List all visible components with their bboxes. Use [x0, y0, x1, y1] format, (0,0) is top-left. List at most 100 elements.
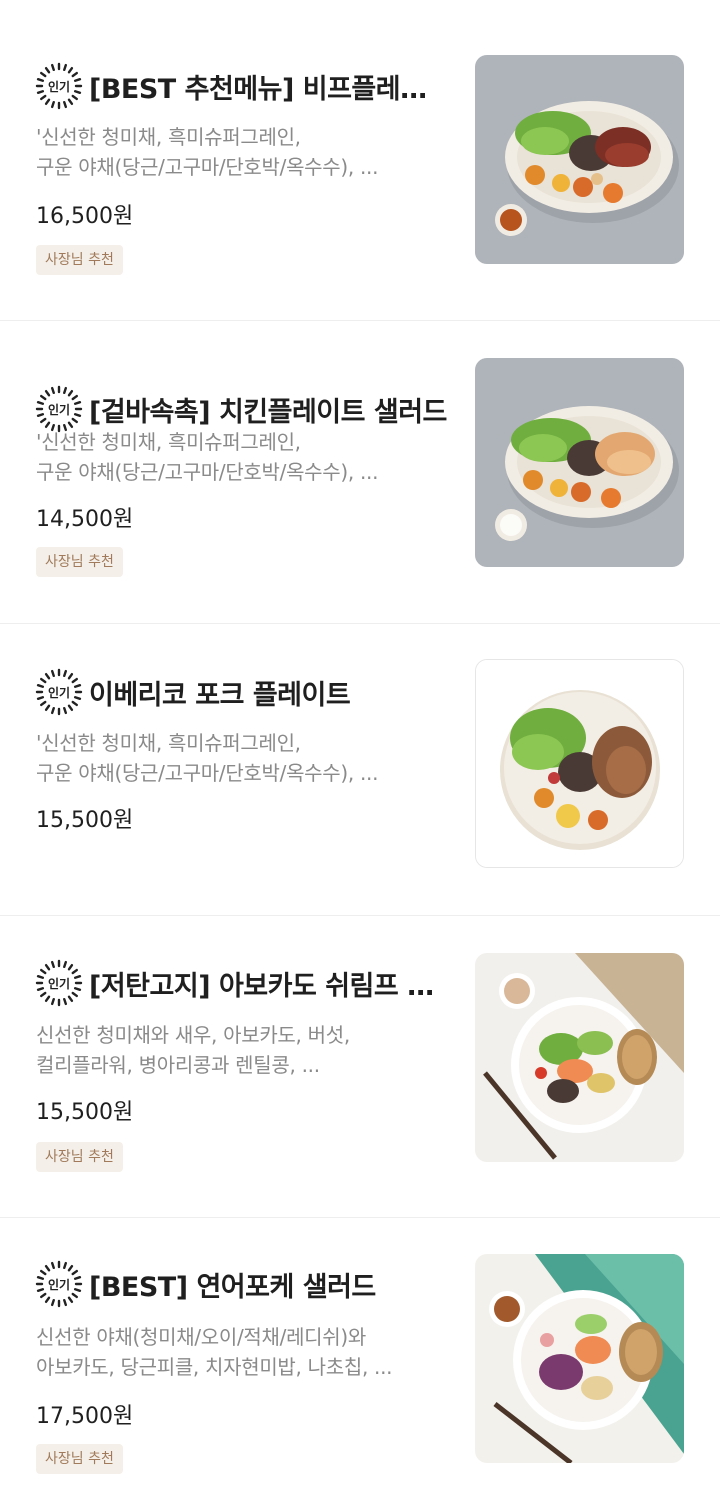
badge-ray: [39, 94, 47, 101]
badge-ray: [67, 98, 74, 105]
badge-label: 인기: [48, 685, 70, 700]
badge-ray: [36, 696, 45, 700]
badge-ray: [51, 669, 55, 678]
badge-ray: [44, 98, 51, 105]
badge-ray: [73, 401, 82, 405]
avocado-shrimp-bowl-photo[interactable]: [475, 953, 684, 1162]
badge-ray: [71, 991, 78, 998]
item-description-line: 컬리플라워, 병아리콩과 렌틸콩, ...: [36, 1053, 320, 1077]
item-description: 신선한 야채(청미채/오이/적채/레디쉬)와 아보카도, 당근피클, 치자현미밥…: [36, 1322, 446, 1382]
badge-ray: [73, 975, 82, 979]
item-price: 14,500원: [36, 507, 134, 532]
item-title: [BEST] 연어포케 샐러드: [89, 1271, 376, 1303]
badge-ray: [63, 386, 67, 395]
owner-recommend-tag: 사장님 추천: [36, 547, 123, 577]
badge-ray: [36, 684, 45, 688]
badge-ray: [36, 1276, 45, 1280]
badge-ray: [67, 995, 74, 1002]
item-description-line: 신선한 야채(청미채/오이/적채/레디쉬)와: [36, 1325, 366, 1349]
badge-ray: [63, 1261, 67, 1270]
chicken-plate-photo[interactable]: [475, 358, 684, 567]
badge-label: 인기: [48, 1277, 70, 1292]
item-title: 이베리코 포크 플레이트: [89, 679, 351, 711]
pork-plate-photo[interactable]: [475, 659, 684, 868]
beef-plate-photo[interactable]: [475, 55, 684, 264]
chicken-plate-image: [475, 358, 684, 567]
badge-ray: [39, 677, 47, 684]
badge-ray: [67, 672, 74, 680]
menu-list: 인기 [BEST 추천메뉴] 비프플레이트 샐러드 '신선한 청미채, 흑미슈퍼…: [0, 0, 720, 1488]
item-title: [BEST 추천메뉴] 비프플레이트 샐러드: [89, 73, 450, 105]
badge-ray: [51, 960, 55, 969]
badge-ray: [63, 669, 67, 678]
popular-badge-icon: 인기: [35, 385, 83, 433]
item-description: '신선한 청미채, 흑미슈퍼그레인, 구운 야채(당근/고구마/단호박/옥수수)…: [36, 427, 446, 487]
badge-ray: [67, 704, 74, 711]
menu-item[interactable]: 인기 이베리코 포크 플레이트 '신선한 청미채, 흑미슈퍼그레인, 구운 야채…: [0, 624, 720, 916]
badge-ray: [63, 997, 67, 1006]
popular-badge-graphic: 인기: [35, 385, 83, 433]
popular-badge-graphic: 인기: [35, 62, 83, 110]
badge-ray: [71, 394, 78, 401]
item-description-line: 아보카도, 당근피클, 치자현미밥, 나초칩, ...: [36, 1355, 393, 1379]
pork-plate-image: [476, 660, 683, 867]
owner-recommend-tag: 사장님 추천: [36, 1444, 123, 1474]
menu-item[interactable]: 인기 [BEST 추천메뉴] 비프플레이트 샐러드 '신선한 청미채, 흑미슈퍼…: [0, 0, 720, 321]
badge-ray: [63, 1298, 67, 1307]
badge-ray: [44, 995, 51, 1002]
owner-recommend-tag: 사장님 추천: [36, 245, 123, 275]
badge-ray: [44, 672, 51, 680]
menu-item[interactable]: 인기 [겉바속촉] 치킨플레이트 샐러드 '신선한 청미채, 흑미슈퍼그레인, …: [0, 321, 720, 624]
item-description: '신선한 청미채, 흑미슈퍼그레인, 구운 야채(당근/고구마/단호박/옥수수)…: [36, 728, 446, 788]
badge-ray: [63, 960, 67, 969]
item-description: '신선한 청미채, 흑미슈퍼그레인, 구운 야채(당근/고구마/단호박/옥수수)…: [36, 122, 446, 182]
badge-ray: [36, 975, 45, 979]
badge-ray: [44, 963, 51, 971]
badge-ray: [73, 684, 82, 688]
badge-ray: [44, 1296, 51, 1303]
badge-ray: [63, 63, 67, 72]
item-description-line: 구운 야채(당근/고구마/단호박/옥수수), ...: [36, 155, 379, 179]
badge-ray: [36, 90, 45, 94]
badge-ray: [39, 1292, 47, 1299]
badge-ray: [71, 94, 78, 101]
item-title-row: 인기 [저탄고지] 아보카도 쉬림프 샐러드: [35, 957, 450, 1009]
badge-ray: [36, 78, 45, 82]
item-title-row: 인기 이베리코 포크 플레이트: [35, 666, 450, 718]
salmon-poke-bowl-image: [475, 1254, 684, 1463]
badge-ray: [73, 78, 82, 82]
item-description-line: 구운 야채(당근/고구마/단호박/옥수수), ...: [36, 460, 379, 484]
badge-ray: [39, 968, 47, 975]
badge-label: 인기: [48, 402, 70, 417]
badge-ray: [39, 417, 47, 424]
item-description-line: 신선한 청미채와 새우, 아보카도, 버섯,: [36, 1023, 350, 1047]
badge-ray: [51, 1298, 55, 1307]
badge-ray: [51, 997, 55, 1006]
salmon-poke-bowl-photo[interactable]: [475, 1254, 684, 1463]
item-title: [겉바속촉] 치킨플레이트 샐러드: [89, 396, 447, 428]
badge-label: 인기: [48, 976, 70, 991]
badge-ray: [63, 100, 67, 109]
badge-ray: [63, 706, 67, 715]
popular-badge-graphic: 인기: [35, 1260, 83, 1308]
popular-badge-icon: 인기: [35, 959, 83, 1007]
badge-ray: [36, 413, 45, 417]
avocado-shrimp-bowl-image: [475, 953, 684, 1162]
badge-ray: [44, 1264, 51, 1272]
popular-badge-icon: 인기: [35, 668, 83, 716]
item-description-line: '신선한 청미채, 흑미슈퍼그레인,: [36, 125, 301, 149]
item-price: 17,500원: [36, 1404, 134, 1429]
item-title: [저탄고지] 아보카도 쉬림프 샐러드: [89, 970, 450, 1002]
badge-ray: [51, 63, 55, 72]
badge-ray: [71, 1292, 78, 1299]
item-title-row: 인기 [BEST 추천메뉴] 비프플레이트 샐러드: [35, 60, 450, 112]
item-description: 신선한 청미채와 새우, 아보카도, 버섯, 컬리플라워, 병아리콩과 렌틸콩,…: [36, 1020, 446, 1080]
badge-ray: [39, 394, 47, 401]
badge-ray: [39, 1269, 47, 1276]
popular-badge-icon: 인기: [35, 62, 83, 110]
item-price: 15,500원: [36, 808, 134, 833]
badge-ray: [67, 1296, 74, 1303]
menu-item[interactable]: 인기 [BEST] 연어포케 샐러드 신선한 야채(청미채/오이/적채/레디쉬)…: [0, 1218, 720, 1488]
menu-item[interactable]: 인기 [저탄고지] 아보카도 쉬림프 샐러드 신선한 청미채와 새우, 아보카도…: [0, 916, 720, 1218]
badge-ray: [36, 401, 45, 405]
